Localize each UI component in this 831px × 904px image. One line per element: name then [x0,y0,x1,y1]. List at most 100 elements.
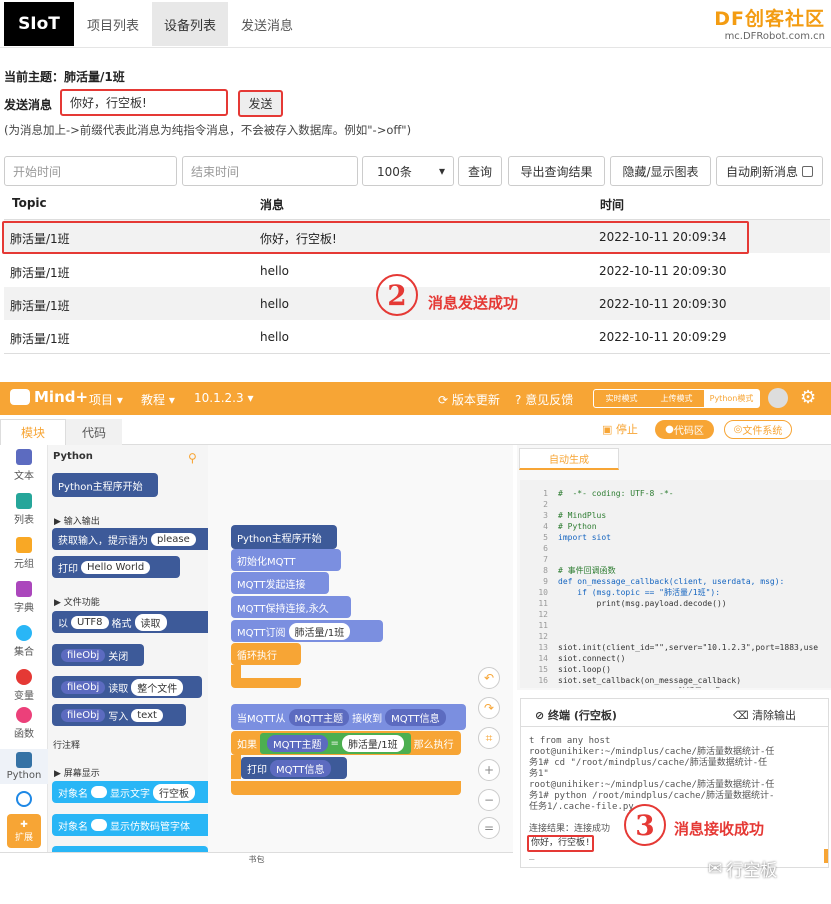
ws-block-if[interactable]: 如果 MQTT主题 = 肺活量/1班 那么执行 [231,731,461,755]
menu-project[interactable]: 项目 ▾ [89,391,123,408]
block-arg[interactable]: text [131,708,163,722]
block-arg[interactable]: fileObj [61,708,106,722]
block-arg[interactable]: fileObj [61,648,106,662]
crop-icon[interactable]: ⌗ [478,727,500,749]
palette-section-io[interactable]: ▶ 输入输出 [54,514,100,527]
auto-refresh-toggle[interactable]: 自动刷新消息 [716,156,823,186]
tab-blocks[interactable]: 模块 [0,419,66,445]
ws-block-print[interactable]: 打印 MQTT信息 [241,757,347,779]
row-time: 2022-10-11 20:09:30 [599,297,727,311]
block-label: 打印 [247,764,267,776]
message-input[interactable]: 你好，行空板! [60,89,228,116]
gear-icon[interactable]: ⚙ [800,387,816,408]
palette-section-file[interactable]: ▶ 文件功能 [54,595,100,608]
terminal-line: 务1" [529,769,549,779]
toggle-chart-button[interactable]: 隐藏/显示图表 [610,156,711,186]
ws-block-start[interactable]: Python主程序开始 [231,525,337,549]
condition-block[interactable]: MQTT主题 = 肺活量/1班 [260,732,411,754]
terminal-scrollbar[interactable] [824,849,828,863]
block-arg-empty[interactable] [91,819,107,831]
palette-block-showtext[interactable]: 对象名 显示文字 行空板 [52,781,208,803]
menu-tutorial[interactable]: 教程 ▾ [141,391,175,408]
backpack-bar[interactable]: 书包 [0,852,513,866]
palette-comment[interactable]: 行注释 [53,738,80,751]
block-arg[interactable]: 肺活量/1班 [341,734,404,752]
block-arg[interactable]: Hello World [81,560,151,574]
ws-block-loop[interactable]: 循环执行 [231,643,301,665]
terminal-panel: ⊘ 终端 (行空板) ⌫ 清除输出 t from any host root@un… [520,698,829,868]
block-arg[interactable]: MQTT信息 [270,759,331,777]
zoom-out-icon[interactable]: − [478,789,500,811]
end-time-input[interactable]: 结束时间 [182,156,358,186]
category-text[interactable]: 文本 [0,449,48,482]
query-button[interactable]: 查询 [458,156,502,186]
limit-select[interactable]: 100条 ▾ [362,156,454,186]
siot-brand[interactable]: SIoT [4,2,74,46]
category-tuple[interactable]: 元组 [0,537,48,570]
zoom-in-icon[interactable]: + [478,759,500,781]
block-arg[interactable]: MQTT信息 [385,708,446,726]
palette-block-input[interactable]: 获取输入，提示语为 please [52,528,208,550]
palette-block-close[interactable]: fileObj 关闭 [52,644,144,666]
palette-block-write[interactable]: fileObj 写入 text [52,704,186,726]
category-extra[interactable] [0,791,48,809]
palette-section-screen[interactable]: ▶ 屏幕显示 [54,766,100,779]
block-arg[interactable]: 整个文件 [131,678,184,696]
block-arg[interactable]: 行空板 [153,783,195,801]
category-python[interactable]: Python [0,749,48,784]
zoom-reset-icon[interactable]: = [478,817,500,839]
block-arg[interactable]: 读取 [134,613,167,631]
clear-output-button[interactable]: ⌫ 清除输出 [733,707,796,723]
start-time-input[interactable]: 开始时间 [4,156,177,186]
feedback-button[interactable]: ? 意见反馈 [515,391,573,408]
tab-send-message[interactable]: 发送消息 [230,2,304,46]
ws-block-connect[interactable]: MQTT发起连接 [231,572,329,594]
mode-realtime[interactable]: 实时模式 [594,390,649,407]
mindplus-toolbar: 模块 代码 ▣ 停止 ● 代码区 ◎ 文件系统 [0,415,831,445]
palette-block-showdigit[interactable]: 对象名 显示仿数码管字体 [52,814,208,836]
undo-icon[interactable]: ↶ [478,667,500,689]
block-arg[interactable]: MQTT主题 [288,708,350,726]
update-button[interactable]: ⟳ 版本更新 [438,391,500,408]
tab-auto-generate[interactable]: 自动生成 [519,448,619,470]
tab-code[interactable]: 代码 [66,419,122,445]
tab-projects[interactable]: 项目列表 [76,2,150,46]
category-label: 变量 [14,691,34,702]
palette-block-print[interactable]: 打印 Hello World [52,556,180,578]
category-dict[interactable]: 字典 [0,581,48,614]
auto-refresh-checkbox[interactable] [802,165,813,177]
ws-block-keep[interactable]: MQTT保持连接,永久 [231,596,351,618]
export-button[interactable]: 导出查询结果 [508,156,605,186]
file-system-toggle[interactable]: ◎ 文件系统 [724,420,792,439]
ws-block-subscribe[interactable]: MQTT订阅 肺活量/1班 [231,620,383,642]
tab-devices[interactable]: 设备列表 [152,2,228,46]
block-arg[interactable]: MQTT主题 [267,734,328,752]
category-set[interactable]: 集合 [0,625,48,658]
block-arg-empty[interactable] [91,786,107,798]
block-arg[interactable]: fileObj [61,680,106,694]
mode-upload[interactable]: 上传模式 [649,390,704,407]
category-variable[interactable]: 变量 [0,669,48,702]
category-list[interactable]: 列表 [0,493,48,526]
palette-block-read[interactable]: fileObj 读取 整个文件 [52,676,202,698]
code-editor[interactable]: 1 # -*- coding: UTF-8 -*- 2 3 # MindPlus 4 # P… [520,480,831,688]
extensions-button[interactable]: ✚ 扩展 [7,814,41,848]
mode-python[interactable]: Python模式 [704,390,759,407]
avatar-icon[interactable] [768,388,788,408]
code-area-toggle[interactable]: ● 代码区 [655,420,714,439]
block-arg[interactable]: please [151,532,196,546]
category-function[interactable]: 函数 [0,707,48,740]
stop-button[interactable]: ▣ 停止 [602,421,638,437]
palette-block-start[interactable]: Python主程序开始 [52,473,158,497]
send-button[interactable]: 发送 [238,90,283,117]
block-label: 以 [58,618,68,630]
menu-device[interactable]: 10.1.2.3 ▾ [194,391,253,405]
block-arg[interactable]: UTF8 [71,615,109,629]
block-workspace[interactable]: Python主程序开始 初始化MQTT MQTT发起连接 MQTT保持连接,永久… [208,445,513,852]
ws-block-init[interactable]: 初始化MQTT [231,549,341,571]
ws-block-when[interactable]: 当MQTT从 MQTT主题 接收到 MQTT信息 [231,704,466,730]
redo-icon[interactable]: ↷ [478,697,500,719]
palette-block-open[interactable]: 以 UTF8 格式 读取 [52,611,208,633]
pin-icon[interactable]: ⚲ [188,451,197,465]
block-arg[interactable]: 肺活量/1班 [288,622,351,640]
